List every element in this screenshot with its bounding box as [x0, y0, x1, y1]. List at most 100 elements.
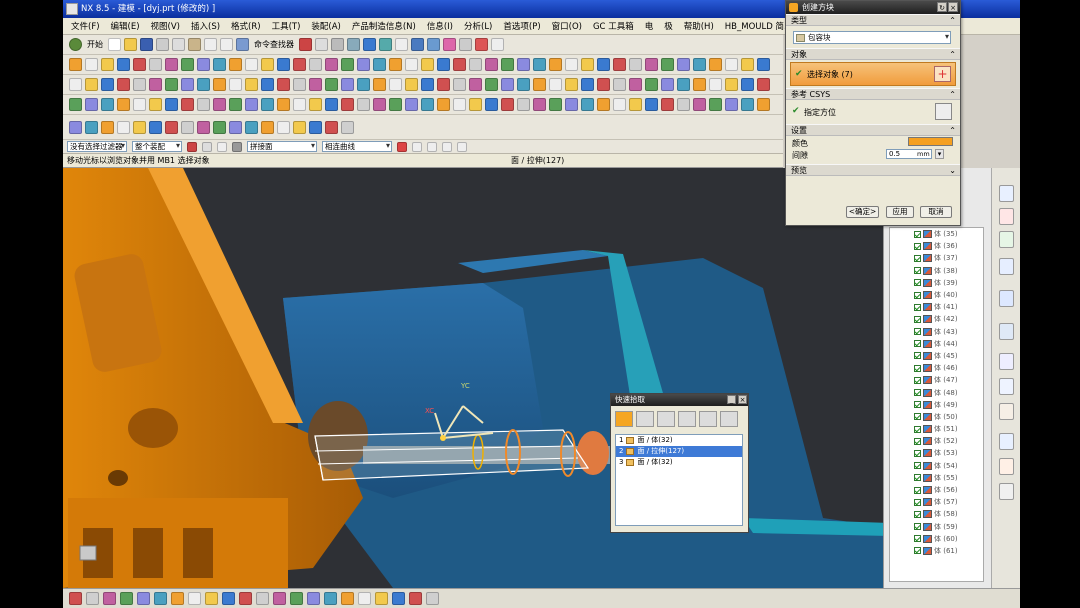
- menu-item[interactable]: 文件(F): [71, 20, 100, 32]
- mould-tool-icon-42[interactable]: [725, 98, 738, 111]
- checkbox-icon[interactable]: [914, 389, 921, 397]
- curve-tool-icon-19[interactable]: [357, 78, 370, 91]
- feature-tool-icon-25[interactable]: [453, 58, 466, 71]
- undo-icon[interactable]: [204, 38, 217, 51]
- navigator-row[interactable]: 体 (36): [890, 240, 983, 252]
- mould-tool-icon-21[interactable]: [389, 98, 402, 111]
- redo-icon[interactable]: [220, 38, 233, 51]
- quick-pick-all-icon[interactable]: [615, 411, 633, 427]
- feature-tool-icon-44[interactable]: [757, 58, 770, 71]
- feature-tool-icon-33[interactable]: [581, 58, 594, 71]
- checkbox-icon[interactable]: [914, 352, 921, 360]
- feature-tool-icon-10[interactable]: [213, 58, 226, 71]
- feature-tool-icon-15[interactable]: [293, 58, 306, 71]
- curve-tool-icon-14[interactable]: [277, 78, 290, 91]
- curve-tool-icon-40[interactable]: [693, 78, 706, 91]
- mould-wizard-icon-6[interactable]: [149, 120, 162, 134]
- mould-tool-icon-7[interactable]: [165, 98, 178, 111]
- mould-tool-icon-41[interactable]: [709, 98, 722, 111]
- curve-tool-icon-23[interactable]: [421, 78, 434, 91]
- curve-tool-icon-33[interactable]: [581, 78, 594, 91]
- view-fit-icon[interactable]: [411, 38, 424, 51]
- feature-tool-icon-31[interactable]: [549, 58, 562, 71]
- curve-tool-icon-6[interactable]: [149, 78, 162, 91]
- feature-tool-icon-37[interactable]: [645, 58, 658, 71]
- checkbox-icon[interactable]: [914, 279, 921, 287]
- cube-icon[interactable]: [363, 38, 376, 51]
- utility-tool-icon-14[interactable]: [290, 592, 303, 605]
- feature-tool-icon-42[interactable]: [725, 58, 738, 71]
- snap-end-icon[interactable]: [412, 141, 422, 152]
- curve-tool-icon-17[interactable]: [325, 78, 338, 91]
- feature-tool-icon-24[interactable]: [437, 58, 450, 71]
- checkbox-icon[interactable]: [914, 328, 921, 336]
- box-select-icon[interactable]: [217, 141, 227, 152]
- select-object-row[interactable]: ✔ 选择对象 (7) +: [790, 62, 956, 86]
- checkbox-icon[interactable]: [914, 364, 921, 372]
- navigator-row[interactable]: 体 (44): [890, 338, 983, 350]
- utility-tool-icon-15[interactable]: [307, 592, 320, 605]
- checkbox-icon[interactable]: [914, 401, 921, 409]
- part-navigator-icon[interactable]: [999, 231, 1014, 248]
- quick-pick-minimize-button[interactable]: _: [727, 395, 736, 404]
- mould-tool-icon-24[interactable]: [437, 98, 450, 111]
- mould-wizard-icon-9[interactable]: [197, 120, 210, 134]
- mould-tool-icon-13[interactable]: [261, 98, 274, 111]
- mould-tool-icon-28[interactable]: [501, 98, 514, 111]
- save-icon[interactable]: [140, 38, 153, 51]
- quick-pick-close-button[interactable]: ×: [738, 395, 747, 404]
- curve-tool-icon-28[interactable]: [501, 78, 514, 91]
- mould-tool-icon-10[interactable]: [213, 98, 226, 111]
- mould-tool-icon-35[interactable]: [613, 98, 626, 111]
- quick-pick-row[interactable]: 3 面 / 体(32): [616, 457, 742, 468]
- mould-wizard-icon-18[interactable]: [341, 120, 354, 134]
- navigator-row[interactable]: 体 (53): [890, 447, 983, 459]
- utility-tool-icon-11[interactable]: [239, 592, 252, 605]
- navigator-row[interactable]: 体 (56): [890, 484, 983, 496]
- curve-tool-icon-7[interactable]: [165, 78, 178, 91]
- utility-tool-icon-10[interactable]: [222, 592, 235, 605]
- curve-tool-icon-5[interactable]: [133, 78, 146, 91]
- mould-tool-icon-27[interactable]: [485, 98, 498, 111]
- cut-icon[interactable]: [156, 38, 169, 51]
- feature-tool-icon-23[interactable]: [421, 58, 434, 71]
- curve-tool-icon-37[interactable]: [645, 78, 658, 91]
- mould-tool-icon-18[interactable]: [341, 98, 354, 111]
- feature-tool-icon-32[interactable]: [565, 58, 578, 71]
- color-swatch[interactable]: [908, 137, 953, 146]
- curve-tool-icon-13[interactable]: [261, 78, 274, 91]
- utility-tool-icon-5[interactable]: [137, 592, 150, 605]
- menu-item[interactable]: 首选项(P): [503, 20, 540, 32]
- menu-item[interactable]: 分析(L): [464, 20, 492, 32]
- feature-tool-icon-41[interactable]: [709, 58, 722, 71]
- csys-origin[interactable]: [440, 435, 446, 441]
- quick-pick-row[interactable]: 2 面 / 拉伸(127): [616, 446, 742, 457]
- copy-icon[interactable]: [172, 38, 185, 51]
- snap-quadrant-icon[interactable]: [457, 141, 467, 152]
- menu-item[interactable]: GC 工具箱: [593, 20, 634, 32]
- mould-tool-icon-39[interactable]: [677, 98, 690, 111]
- utility-tool-icon-8[interactable]: [188, 592, 201, 605]
- feature-tool-icon-29[interactable]: [517, 58, 530, 71]
- curve-tool-icon-2[interactable]: [85, 78, 98, 91]
- checkbox-icon[interactable]: [914, 498, 921, 506]
- feature-tool-icon-13[interactable]: [261, 58, 274, 71]
- rotate-icon[interactable]: [443, 38, 456, 51]
- feature-tool-icon-11[interactable]: [229, 58, 242, 71]
- checkbox-icon[interactable]: [914, 315, 921, 323]
- mould-tool-icon-9[interactable]: [197, 98, 210, 111]
- navigator-row[interactable]: 体 (50): [890, 411, 983, 423]
- checkbox-icon[interactable]: [914, 267, 921, 275]
- history-icon[interactable]: [999, 353, 1014, 370]
- curve-tool-icon-22[interactable]: [405, 78, 418, 91]
- curve-tool-icon-12[interactable]: [245, 78, 258, 91]
- feature-tool-icon-28[interactable]: [501, 58, 514, 71]
- feature-tool-icon-16[interactable]: [309, 58, 322, 71]
- mould-tool-icon-14[interactable]: [277, 98, 290, 111]
- mould-wizard-icon-12[interactable]: [245, 120, 258, 134]
- navigator-row[interactable]: 体 (59): [890, 521, 983, 533]
- feature-tool-icon-39[interactable]: [677, 58, 690, 71]
- system-scene-icon[interactable]: [999, 483, 1014, 500]
- curve-tool-icon-36[interactable]: [629, 78, 642, 91]
- checkbox-icon[interactable]: [914, 535, 921, 543]
